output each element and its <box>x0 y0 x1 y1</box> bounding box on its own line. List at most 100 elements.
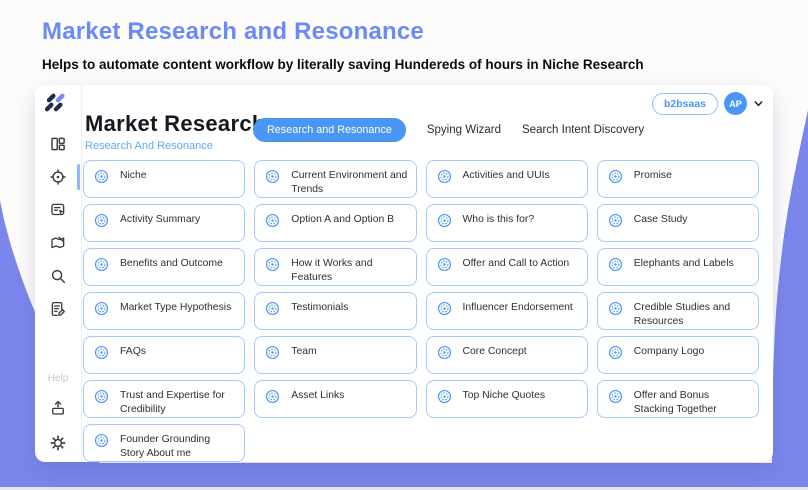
card[interactable]: Top Niche Quotes <box>425 380 588 418</box>
card[interactable]: Option A and Option B <box>254 204 417 242</box>
map-edit-icon <box>49 234 67 252</box>
card-label: Top Niche Quotes <box>462 390 546 401</box>
chevron-down-icon[interactable] <box>753 98 764 109</box>
target-rings-icon <box>607 344 624 361</box>
card[interactable]: Offer and Bonus Stacking Together <box>596 380 759 418</box>
card[interactable]: Team <box>254 336 417 374</box>
target-rings-icon <box>607 256 624 273</box>
card[interactable]: Elephants and Labels <box>596 248 759 286</box>
app-title: Market Research <box>85 111 266 136</box>
card-label: Asset Links <box>291 390 345 401</box>
card-label: Influencer Endorsement <box>462 302 573 313</box>
card-label: How it Works and Features <box>291 258 373 283</box>
sidebar-footer <box>48 398 68 452</box>
card-label: Market Type Hypothesis <box>120 302 232 313</box>
cards-grid: Niche Current Environment and Trends Activ… <box>83 160 759 462</box>
card[interactable]: Current Environment and Trends <box>254 160 417 198</box>
card-label: Niche <box>120 170 147 181</box>
app-window: Help Market Research Research And Resona… <box>35 85 773 462</box>
account-area: b2bsaas AP <box>651 92 764 115</box>
card[interactable]: Niche <box>83 160 246 198</box>
card[interactable]: Core Concept <box>425 336 588 374</box>
card-label: Core Concept <box>462 346 527 357</box>
target-rings-icon <box>93 344 110 361</box>
target-rings-icon <box>607 300 624 317</box>
card[interactable]: Credible Studies and Resources <box>596 292 759 330</box>
target-rings-icon <box>264 388 281 405</box>
box-upload-icon <box>49 399 67 417</box>
sidebar-item-dashboard[interactable] <box>48 134 68 153</box>
sidebar-item-planning-map[interactable] <box>48 233 68 252</box>
card-label: Team <box>291 346 317 357</box>
tab-search-intent-discovery[interactable]: Search Intent Discovery <box>522 124 644 136</box>
card-label: Who is this for? <box>462 214 535 225</box>
card[interactable]: Benefits and Outcome <box>83 248 246 286</box>
card[interactable]: Promise <box>596 160 759 198</box>
document-cursor-icon <box>49 201 67 219</box>
tab-bar: Research and Resonance Spying Wizard Searc… <box>253 118 644 142</box>
target-rings-icon <box>607 168 624 185</box>
sidebar-nav <box>48 134 80 318</box>
target-rings-icon <box>436 256 453 273</box>
target-rings-icon <box>93 388 110 405</box>
card[interactable]: Influencer Endorsement <box>425 292 588 330</box>
card[interactable]: How it Works and Features <box>254 248 417 286</box>
target-rings-icon <box>93 300 110 317</box>
card[interactable]: Testimonials <box>254 292 417 330</box>
card-label: Benefits and Outcome <box>120 258 223 269</box>
screenshot-root: Market Research and Resonance Helps to a… <box>0 0 808 490</box>
target-rings-icon <box>93 256 110 273</box>
target-rings-icon <box>264 212 281 229</box>
tab-spying-wizard[interactable]: Spying Wizard <box>427 124 501 136</box>
card[interactable]: Activities and UUIs <box>425 160 588 198</box>
target-rings-icon <box>264 168 281 185</box>
target-rings-icon <box>436 344 453 361</box>
gear-icon <box>49 434 67 452</box>
card-label: Option A and Option B <box>291 214 395 225</box>
card-label: Offer and Call to Action <box>462 258 570 269</box>
sidebar-item-search[interactable] <box>48 266 68 285</box>
card[interactable]: Founder Grounding Story About me <box>83 424 246 462</box>
card-label: Activity Summary <box>120 214 201 225</box>
page-subtitle: Helps to automate content workflow by li… <box>42 57 644 72</box>
page-title: Market Research and Resonance <box>42 18 424 45</box>
tab-research-and-resonance[interactable]: Research and Resonance <box>253 118 406 142</box>
sidebar-item-settings[interactable] <box>48 433 68 452</box>
active-indicator <box>77 163 80 190</box>
sidebar-item-research-target[interactable] <box>48 163 80 190</box>
card[interactable]: Market Type Hypothesis <box>83 292 246 330</box>
card-label: Offer and Bonus Stacking Together <box>633 390 717 415</box>
card-label: Current Environment and Trends <box>291 170 408 195</box>
card-label: Promise <box>633 170 672 181</box>
help-label[interactable]: Help <box>48 373 69 384</box>
card-label: Case Study <box>633 214 688 225</box>
avatar[interactable]: AP <box>724 92 747 115</box>
card[interactable]: Offer and Call to Action <box>425 248 588 286</box>
card[interactable]: Case Study <box>596 204 759 242</box>
sidebar-item-document-review[interactable] <box>48 200 68 219</box>
target-rings-icon <box>607 212 624 229</box>
card[interactable]: Activity Summary <box>83 204 246 242</box>
sidebar-item-notes[interactable] <box>48 299 68 318</box>
workspace-badge[interactable]: b2bsaas <box>651 92 718 115</box>
target-rings-icon <box>93 212 110 229</box>
sidebar-item-export[interactable] <box>48 398 68 417</box>
card-label: Credible Studies and Resources <box>633 302 731 327</box>
card-label: Trust and Expertise for Credibility <box>120 390 225 415</box>
double-slash-logo[interactable] <box>44 92 71 118</box>
card[interactable]: FAQs <box>83 336 246 374</box>
target-rings-icon <box>436 388 453 405</box>
card[interactable]: Trust and Expertise for Credibility <box>83 380 246 418</box>
card[interactable]: Who is this for? <box>425 204 588 242</box>
target-rings-icon <box>264 300 281 317</box>
card[interactable]: Company Logo <box>596 336 759 374</box>
search-icon <box>49 267 67 285</box>
bottom-purple-band <box>0 463 808 487</box>
card-label: Company Logo <box>633 346 705 357</box>
target-rings-icon <box>607 388 624 405</box>
card-label: Activities and UUIs <box>462 170 550 181</box>
target-rings-icon <box>436 212 453 229</box>
target-rings-icon <box>436 300 453 317</box>
card[interactable]: Asset Links <box>254 380 417 418</box>
dashboard-icon <box>49 135 67 153</box>
